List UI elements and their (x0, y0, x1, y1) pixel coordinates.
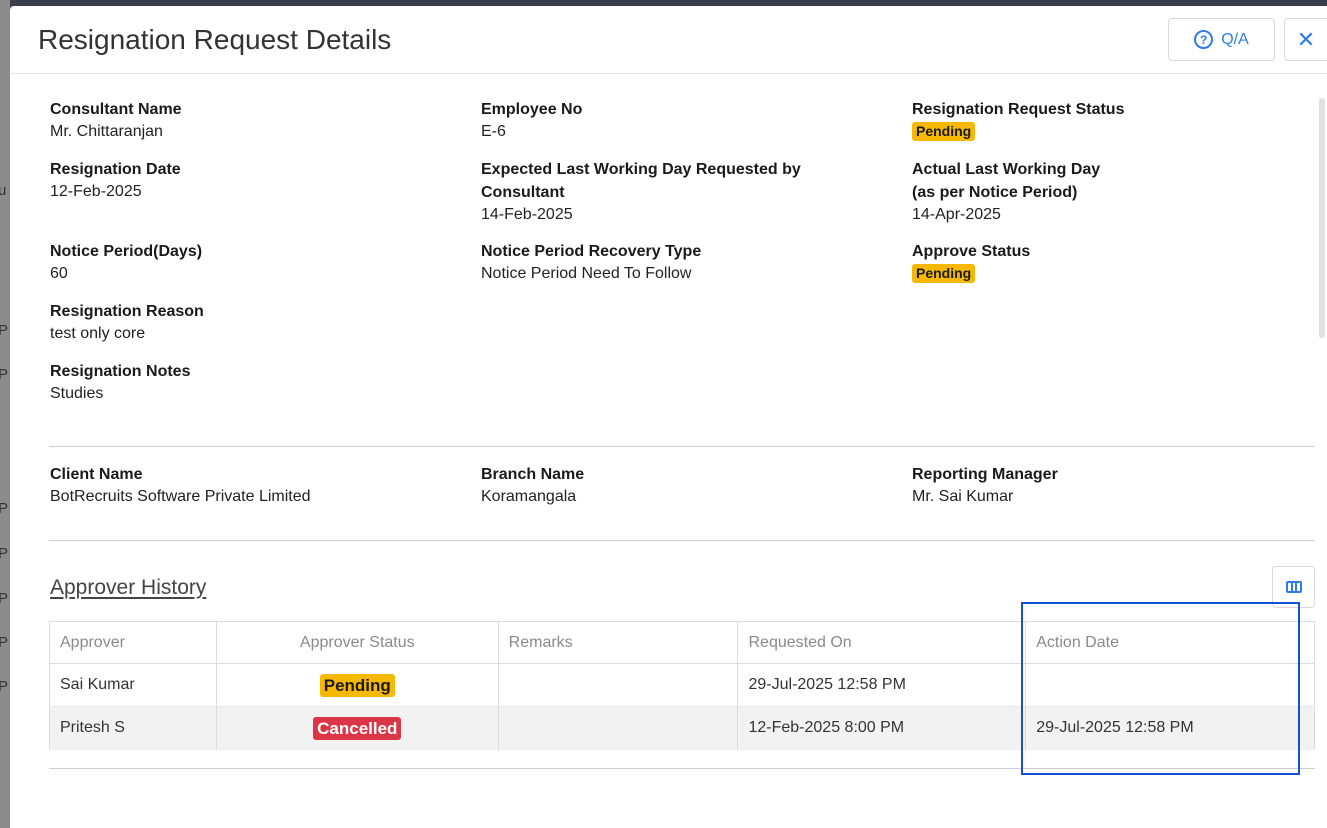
column-header-approver-status[interactable]: Approver Status (215, 621, 499, 664)
backdrop-text: Pr (0, 366, 8, 383)
qa-button[interactable]: ? Q/A (1168, 18, 1275, 61)
cell-requested-on: 29-Jul-2025 12:58 PM (737, 663, 1027, 707)
field-resignation-reason: Resignation Reason test only core (50, 300, 204, 345)
field-label: Notice Period Recovery Type (481, 243, 702, 260)
field-notice-period-recovery-type: Notice Period Recovery Type Notice Perio… (481, 240, 701, 285)
field-notice-period-days: Notice Period(Days) 60 (50, 240, 202, 285)
column-header-requested-on[interactable]: Requested On (737, 621, 1027, 664)
cell-approver: Pritesh S (49, 706, 217, 750)
status-badge: Pending (319, 673, 395, 697)
cell-approver-status: Pending (215, 663, 499, 707)
status-badge: Cancelled (313, 716, 402, 740)
question-circle-icon: ? (1194, 30, 1214, 49)
field-label: Resignation Date (50, 161, 181, 178)
field-value: Koramangala (481, 488, 577, 505)
field-expected-last-working-day: Expected Last Working Day Requested by C… (481, 158, 841, 226)
resignation-details-modal: Resignation Request Details ? Q/A ✕ Cons… (10, 6, 1327, 828)
field-label: Resignation Notes (50, 363, 191, 380)
field-client-name: Client Name BotRecruits Software Private… (50, 463, 311, 508)
cell-approver-status: Cancelled (215, 706, 499, 750)
cell-remarks (497, 706, 739, 750)
field-value: 12-Feb-2025 (50, 183, 142, 200)
field-label: Notice Period(Days) (50, 243, 203, 260)
field-sublabel: (as per Notice Period) (912, 184, 1078, 201)
field-value: Mr. Chittaranjan (50, 123, 163, 140)
field-value: 60 (50, 265, 68, 282)
field-label: Client Name (50, 466, 143, 483)
close-icon: ✕ (1296, 26, 1316, 52)
columns-icon (1285, 581, 1302, 593)
field-label: Expected Last Working Day Requested by C… (481, 161, 801, 201)
backdrop-text: Pr (0, 545, 8, 562)
status-badge: Pending (912, 122, 976, 141)
column-header-remarks[interactable]: Remarks (497, 621, 739, 664)
field-resignation-request-status: Resignation Request Status Pending (912, 98, 1124, 143)
field-label: Branch Name (481, 466, 585, 483)
backdrop-page: u Pr Pr Pr Pr Pr Pr Pr (0, 0, 10, 828)
field-value: Studies (50, 385, 104, 402)
field-label: Consultant Name (50, 101, 182, 118)
field-label: Resignation Request Status (912, 101, 1125, 118)
field-resignation-notes: Resignation Notes Studies (50, 360, 190, 405)
backdrop-text: Pr (0, 678, 8, 695)
cell-approver: Sai Kumar (49, 663, 217, 707)
field-label: Employee No (481, 101, 583, 118)
column-header-approver[interactable]: Approver (49, 621, 217, 664)
close-button[interactable]: ✕ (1284, 18, 1327, 61)
field-label: Actual Last Working Day (912, 161, 1101, 178)
field-resignation-date: Resignation Date 12-Feb-2025 (50, 158, 181, 203)
field-value: Mr. Sai Kumar (912, 488, 1014, 505)
backdrop-text: Pr (0, 322, 8, 339)
backdrop-text: Pr (0, 500, 8, 517)
qa-label: Q/A (1221, 30, 1249, 48)
field-consultant-name: Consultant Name Mr. Chittaranjan (50, 98, 182, 143)
cell-requested-on: 12-Feb-2025 8:00 PM (737, 706, 1027, 750)
divider (49, 446, 1315, 447)
field-actual-last-working-day: Actual Last Working Day (as per Notice P… (912, 158, 1100, 226)
field-employee-no: Employee No E-6 (481, 98, 582, 143)
field-value: Notice Period Need To Follow (481, 265, 692, 282)
backdrop-text: Pr (0, 590, 8, 607)
scrollbar[interactable] (1319, 98, 1325, 338)
field-label: Reporting Manager (912, 466, 1058, 483)
field-approve-status: Approve Status Pending (912, 240, 1030, 285)
modal-header: Resignation Request Details ? Q/A ✕ (10, 6, 1327, 74)
field-value: test only core (50, 325, 146, 342)
backdrop-text: Pr (0, 634, 8, 651)
field-label: Approve Status (912, 243, 1031, 260)
field-value: 14-Feb-2025 (481, 206, 573, 223)
approver-history-title[interactable]: Approver History (50, 576, 206, 600)
backdrop-text: u (0, 182, 7, 199)
highlight-box (1021, 602, 1300, 775)
field-value: E-6 (481, 123, 506, 140)
field-value: 14-Apr-2025 (912, 206, 1001, 223)
field-value: BotRecruits Software Private Limited (50, 488, 311, 505)
field-branch-name: Branch Name Koramangala (481, 463, 584, 508)
modal-title: Resignation Request Details (38, 24, 392, 55)
cell-remarks (497, 663, 739, 707)
status-badge: Pending (912, 264, 976, 283)
field-label: Resignation Reason (50, 303, 204, 320)
field-reporting-manager: Reporting Manager Mr. Sai Kumar (912, 463, 1058, 508)
divider (49, 540, 1315, 541)
